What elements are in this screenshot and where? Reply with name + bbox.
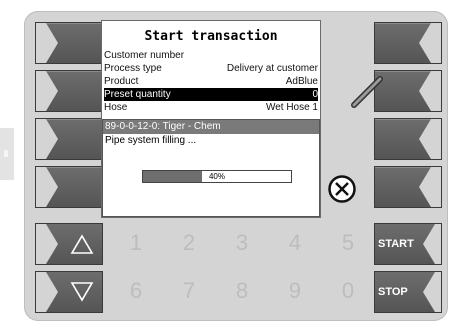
- chevron-left-icon: [419, 167, 441, 207]
- field-row-product[interactable]: Product AdBlue: [104, 75, 318, 88]
- page-title: Start transaction: [144, 29, 278, 44]
- digit-4-key[interactable]: 4: [271, 223, 319, 263]
- pencil-icon[interactable]: [346, 71, 386, 111]
- chevron-left-icon: [419, 23, 441, 63]
- digit-9-key[interactable]: 9: [271, 271, 319, 311]
- chevron-right-icon: [36, 119, 58, 159]
- right-softkey-4[interactable]: [374, 166, 442, 208]
- start-button[interactable]: START: [374, 223, 442, 265]
- chevron-right-icon: [36, 71, 58, 111]
- field-row-hose[interactable]: Hose Wet Hose 1: [104, 101, 318, 114]
- transaction-screen: Start transaction Customer number Proces…: [101, 20, 321, 218]
- field-label: Process type: [104, 63, 162, 74]
- device-frame: 1 2 3 4 5 6 7 8 9 0 START STOP Start tra…: [24, 11, 448, 321]
- digit-1-key[interactable]: 1: [112, 223, 160, 263]
- chevron-left-icon: [423, 272, 441, 312]
- side-tab: [0, 128, 14, 180]
- digit-3-key[interactable]: 3: [218, 223, 266, 263]
- digit-5-key[interactable]: 5: [324, 223, 372, 263]
- field-row-customer-number[interactable]: Customer number: [104, 49, 318, 62]
- right-softkey-3[interactable]: [374, 118, 442, 160]
- field-label: Hose: [104, 102, 128, 113]
- digit-2-key[interactable]: 2: [165, 223, 213, 263]
- digit-8-key[interactable]: 8: [218, 271, 266, 311]
- left-softkey-2[interactable]: [35, 70, 103, 112]
- progress-bar: 40%: [142, 170, 292, 183]
- digit-6-key[interactable]: 6: [112, 271, 160, 311]
- field-label: Product: [104, 76, 139, 87]
- up-button[interactable]: [35, 223, 103, 265]
- right-softkey-1[interactable]: [374, 22, 442, 64]
- cancel-x-icon[interactable]: [327, 174, 357, 204]
- stop-button[interactable]: STOP: [374, 271, 442, 313]
- progress-label: 40%: [208, 172, 225, 181]
- triangle-up-icon: [36, 224, 94, 264]
- field-value: AdBlue: [285, 76, 318, 87]
- field-row-preset-quantity[interactable]: Preset quantity 0: [104, 88, 318, 101]
- field-value: Delivery at customer: [226, 63, 318, 74]
- chevron-right-icon: [36, 167, 58, 207]
- chevron-left-icon: [423, 224, 441, 264]
- left-softkey-4[interactable]: [35, 166, 103, 208]
- progress-dialog: 89-0-0-12-0: Tiger - Chem Pipe system fi…: [102, 119, 320, 217]
- field-label: Customer number: [104, 50, 185, 61]
- down-button[interactable]: [35, 271, 103, 313]
- dialog-header: 89-0-0-12-0: Tiger - Chem: [103, 120, 319, 134]
- triangle-down-icon: [36, 272, 94, 312]
- chevron-left-icon: [419, 119, 441, 159]
- field-value: Wet Hose 1: [265, 102, 318, 113]
- digit-7-key[interactable]: 7: [165, 271, 213, 311]
- digit-0-key[interactable]: 0: [324, 271, 372, 311]
- left-softkey-3[interactable]: [35, 118, 103, 160]
- field-label: Preset quantity: [104, 89, 171, 100]
- left-softkey-1[interactable]: [35, 22, 103, 64]
- chevron-right-icon: [36, 23, 58, 63]
- field-row-process-type[interactable]: Process type Delivery at customer: [104, 62, 318, 75]
- field-value: 0: [312, 89, 318, 100]
- dialog-message: Pipe system filling ...: [105, 135, 197, 146]
